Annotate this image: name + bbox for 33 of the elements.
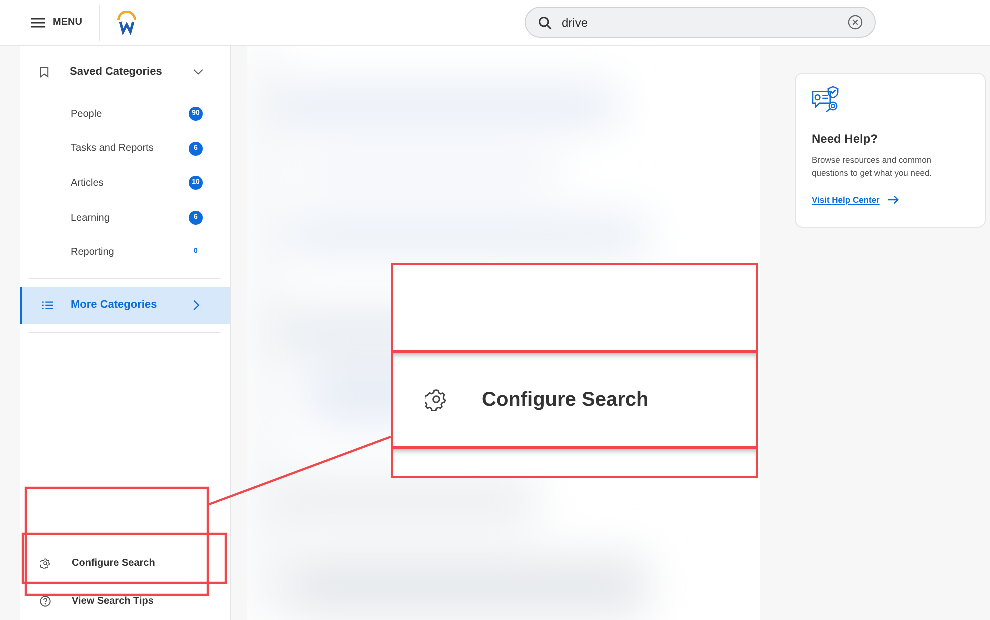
footer-item[interactable]: View Search Tips	[20, 582, 230, 620]
settings-icon	[40, 558, 51, 568]
category-label: Articles	[71, 176, 105, 191]
logo-icon	[116, 10, 138, 34]
menu-button[interactable]: MENU	[31, 8, 82, 38]
saved-categories-toggle[interactable]: Saved Categories	[20, 47, 230, 97]
category-label: People	[71, 108, 104, 122]
bookmark-icon	[40, 66, 49, 78]
more-categories-label: More Categories	[71, 298, 158, 314]
help-center-link[interactable]: Visit Help Center	[812, 194, 969, 207]
category-label: Learning	[71, 212, 111, 226]
footer-item[interactable]: Configure Search	[20, 544, 230, 582]
category-label: Reporting	[71, 246, 116, 260]
section-title: Saved Categories	[70, 64, 164, 80]
chevron-icon	[193, 68, 204, 76]
footer-label: Configure Search	[72, 556, 156, 570]
search-bar[interactable]: drive	[525, 7, 876, 38]
more-categories-item[interactable]: More Categories	[20, 286, 230, 324]
menu-icon	[31, 18, 45, 28]
support-icon	[812, 86, 841, 113]
help-text: Browse resources and common questions to get what you need.	[812, 154, 934, 180]
search-icon	[538, 16, 552, 30]
search-input[interactable]: drive	[562, 14, 848, 32]
clear-icon[interactable]	[848, 15, 863, 30]
list-icon	[42, 300, 53, 310]
settings-icon	[425, 388, 448, 411]
help-title: Need Help?	[812, 131, 880, 148]
category-label: Tasks and Reports	[71, 142, 155, 156]
help-icon	[40, 596, 51, 606]
chevron-icon	[193, 300, 200, 311]
callout-label: Configure Search	[482, 388, 649, 412]
footer-label: View Search Tips	[72, 594, 154, 608]
arrow-icon	[888, 195, 899, 206]
